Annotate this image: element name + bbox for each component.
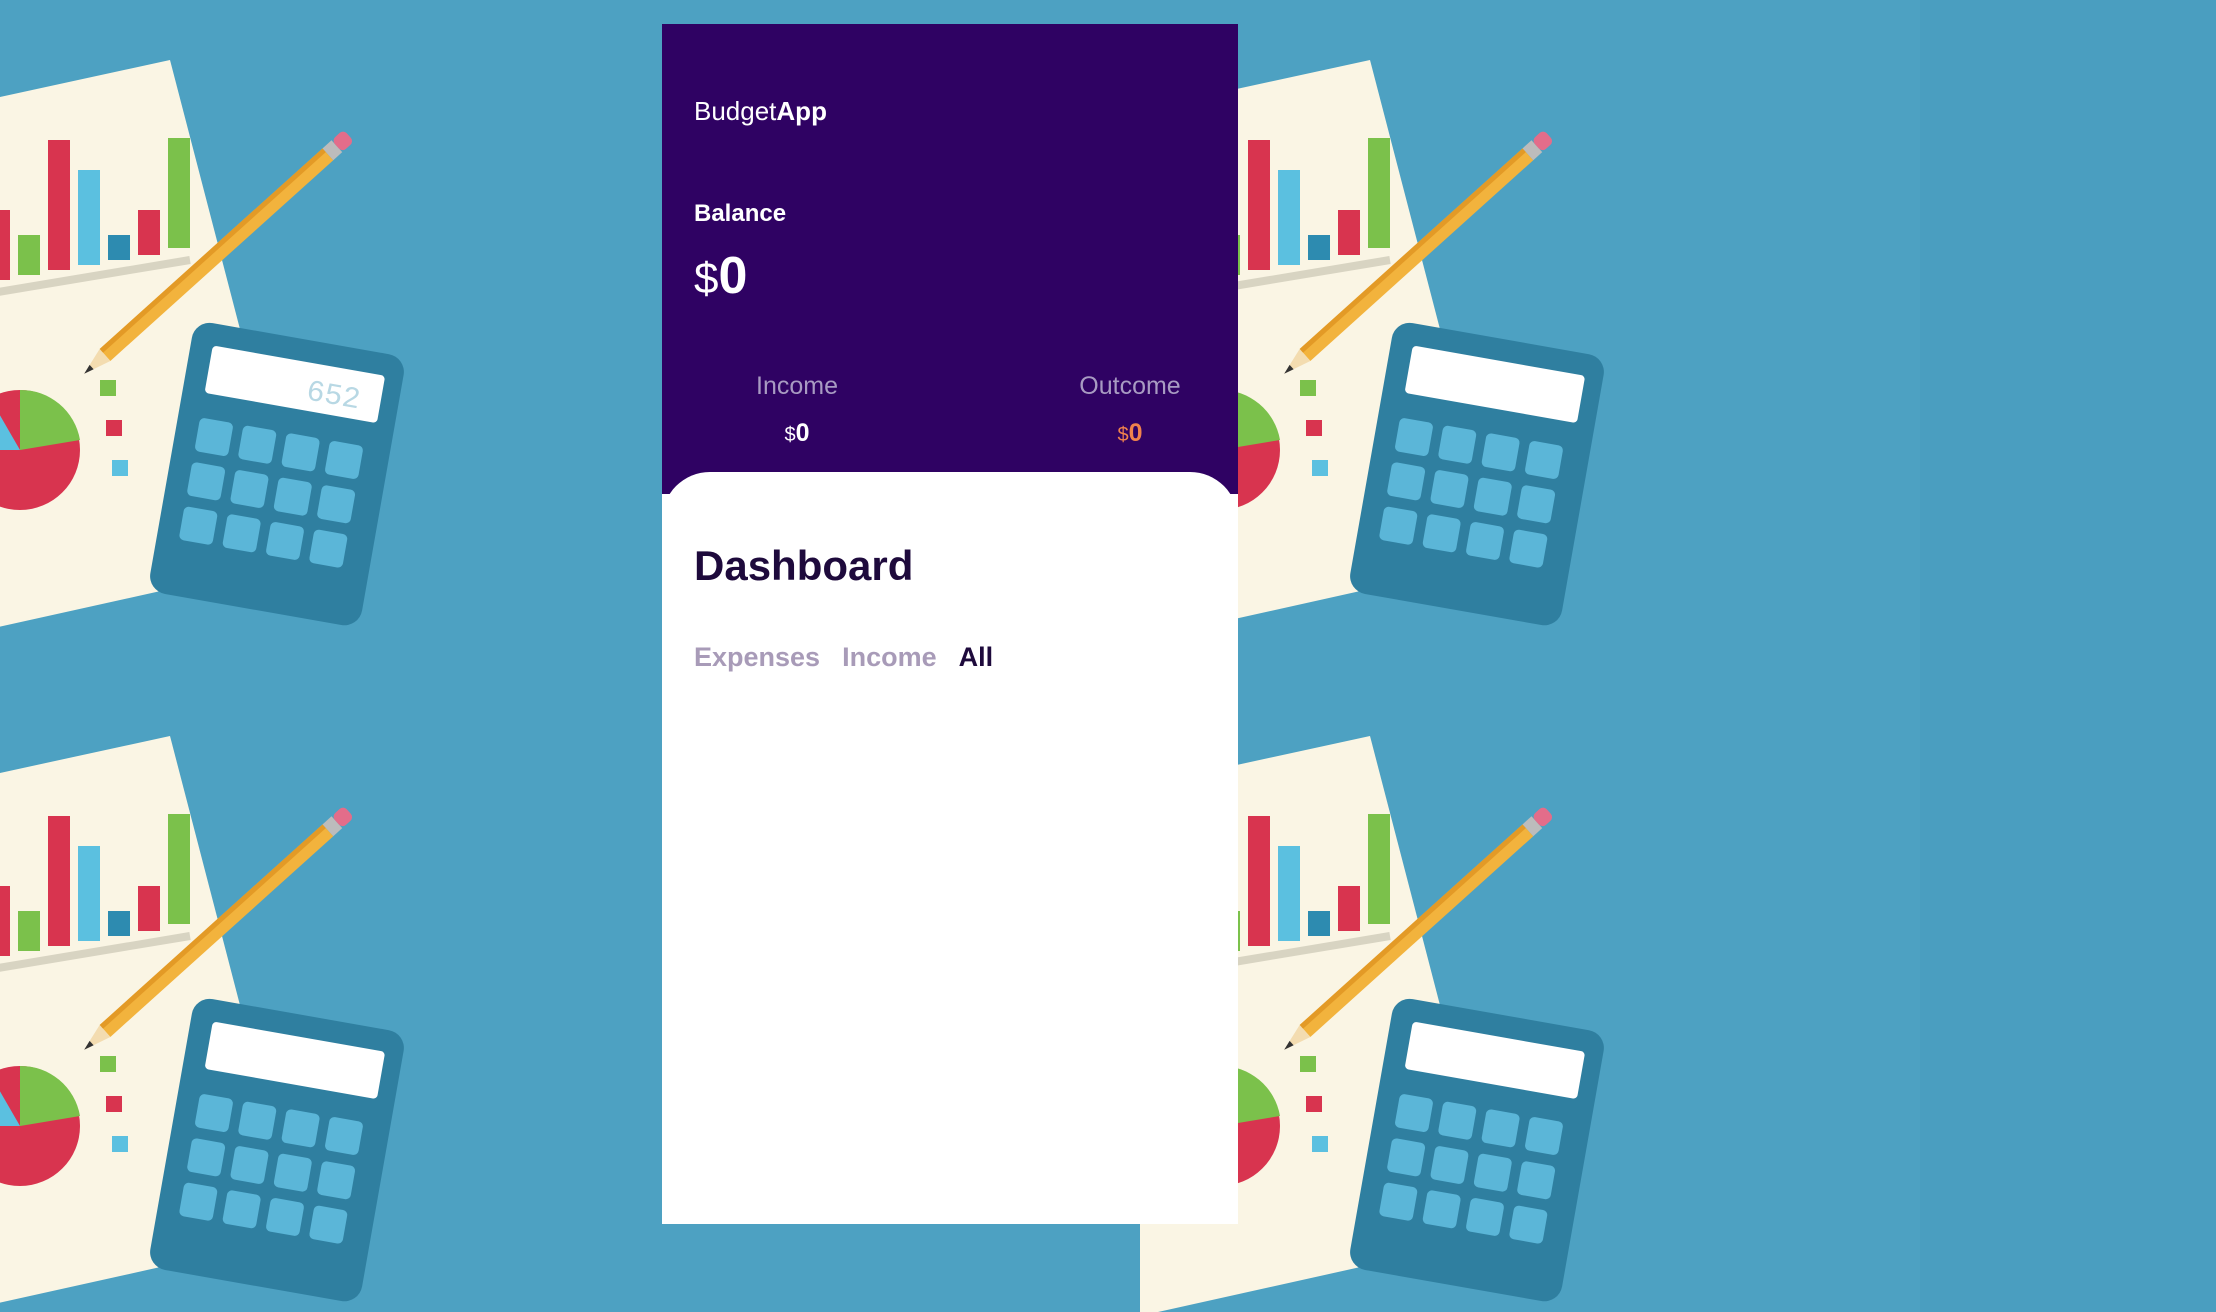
income-value: 0 xyxy=(795,419,810,447)
outcome-label: Outcome xyxy=(1079,372,1181,400)
outcome-currency: $ xyxy=(1117,424,1129,446)
brand-name-bold: App xyxy=(776,96,827,126)
dashboard-tabs: Expenses Income All xyxy=(694,642,993,673)
app-logo: BudgetApp xyxy=(694,96,827,127)
balance-amount: $0 xyxy=(694,246,747,306)
income-label: Income xyxy=(756,372,838,400)
dashboard-title: Dashboard xyxy=(694,542,914,589)
income-amount: $0 xyxy=(687,419,907,448)
outcome-summary: Outcome $0 xyxy=(1020,372,1238,448)
outcome-value: 0 xyxy=(1128,419,1143,447)
budget-app-window: BudgetApp Balance $0 Income $0 Outcome $… xyxy=(662,24,1238,1224)
tab-income[interactable]: Income xyxy=(842,642,937,673)
brand-name-light: Budget xyxy=(694,96,777,126)
income-currency: $ xyxy=(784,424,796,446)
outcome-amount: $0 xyxy=(1020,419,1238,448)
balance-label: Balance xyxy=(694,200,787,227)
balance-header: BudgetApp Balance $0 Income $0 Outcome $… xyxy=(662,24,1238,494)
income-summary: Income $0 xyxy=(687,372,907,448)
tab-all[interactable]: All xyxy=(959,642,994,673)
balance-currency: $ xyxy=(694,254,719,303)
tab-expenses[interactable]: Expenses xyxy=(694,642,820,673)
dashboard-panel: Dashboard Expenses Income All xyxy=(662,472,1238,1224)
balance-value: 0 xyxy=(718,247,748,305)
